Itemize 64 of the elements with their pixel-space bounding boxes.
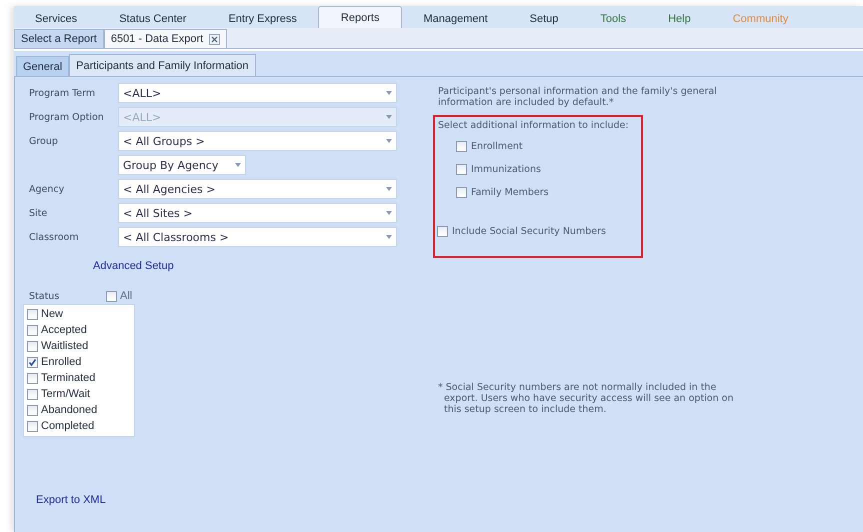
checkbox-label: All bbox=[120, 290, 132, 302]
menu-tab[interactable]: Tools bbox=[579, 8, 648, 28]
checkbox[interactable] bbox=[27, 340, 38, 352]
checkbox[interactable] bbox=[27, 388, 38, 400]
checkbox-label: Completed bbox=[41, 420, 94, 432]
dropdown-caret-icon bbox=[386, 139, 392, 143]
close-icon[interactable] bbox=[209, 34, 220, 44]
checkbox[interactable] bbox=[437, 226, 448, 237]
field-label: Site bbox=[29, 208, 48, 218]
menu-tab[interactable]: Reports bbox=[318, 6, 402, 28]
checkbox-label: Enrollment bbox=[471, 140, 523, 152]
field-label: Program Option bbox=[29, 112, 105, 122]
dropdown-caret-icon bbox=[386, 187, 392, 191]
checkbox-label: Immunizations bbox=[471, 164, 541, 174]
checkbox-label: Family Members bbox=[471, 186, 549, 198]
checkbox-label: Include Social Security Numbers bbox=[452, 226, 606, 237]
dropdown[interactable]: < All Agencies > bbox=[118, 179, 397, 199]
dropdown[interactable]: < All Sites > bbox=[118, 203, 397, 223]
advanced-setup-link[interactable]: Advanced Setup bbox=[93, 260, 174, 272]
info-text: Participant's personal information and the family's general information are included by default.* bbox=[438, 86, 718, 108]
dropdown-caret-icon bbox=[235, 163, 241, 167]
checkbox[interactable] bbox=[456, 186, 467, 198]
menu-tab[interactable]: Services bbox=[14, 8, 98, 28]
checkbox[interactable] bbox=[456, 164, 467, 174]
section-heading: Select additional information to include: bbox=[438, 120, 630, 131]
checkbox[interactable] bbox=[27, 356, 38, 368]
field-label: Classroom bbox=[29, 232, 80, 242]
menu-tab[interactable]: Management bbox=[402, 8, 509, 28]
checkbox-label: Abandoned bbox=[41, 404, 98, 416]
status-label: Status bbox=[29, 290, 60, 302]
menu-tab[interactable]: Status Center bbox=[98, 8, 208, 28]
dropdown[interactable]: < All Groups > bbox=[118, 131, 397, 151]
checkbox-label: Term/Wait bbox=[41, 388, 90, 400]
checkbox[interactable] bbox=[27, 308, 38, 320]
checkbox-label: Terminated bbox=[41, 372, 96, 384]
footnote-text: * Social Security numbers are not normally included in the export. Users who have security access will see an option on this setup screen to include them. bbox=[438, 382, 734, 415]
checkbox-label: Enrolled bbox=[41, 356, 82, 368]
dropdown-caret-icon bbox=[386, 115, 392, 119]
checkbox-label: Accepted bbox=[41, 324, 87, 336]
dropdown[interactable]: Group By Agency bbox=[118, 155, 246, 175]
checkbox[interactable] bbox=[27, 404, 38, 416]
menu-tab[interactable]: Help bbox=[647, 8, 712, 28]
report-tab[interactable]: Select a Report bbox=[14, 29, 104, 48]
sub-tab[interactable]: General bbox=[16, 56, 70, 76]
sub-tab[interactable]: Participants and Family Information bbox=[69, 54, 256, 76]
checkbox[interactable] bbox=[456, 140, 467, 152]
export-link[interactable]: Export to XML bbox=[36, 494, 106, 506]
dropdown[interactable]: <ALL> bbox=[118, 83, 397, 103]
dropdown-caret-icon bbox=[386, 91, 392, 95]
dropdown[interactable]: < All Classrooms > bbox=[118, 227, 397, 247]
checkbox[interactable] bbox=[27, 372, 38, 384]
report-tab[interactable]: 6501 - Data Export bbox=[104, 29, 228, 48]
checkbox[interactable] bbox=[27, 420, 38, 432]
checkbox[interactable] bbox=[27, 324, 38, 336]
field-label: Program Term bbox=[29, 88, 96, 98]
dropdown-caret-icon bbox=[386, 235, 392, 239]
menu-tab[interactable]: Setup bbox=[508, 8, 580, 28]
dropdown-caret-icon bbox=[386, 211, 392, 215]
checkbox[interactable] bbox=[106, 290, 117, 302]
field-label: Group bbox=[29, 136, 59, 146]
menu-tab[interactable]: Entry Express bbox=[207, 8, 318, 28]
checkbox-label: New bbox=[41, 308, 64, 320]
field-label: Agency bbox=[29, 184, 66, 194]
checkbox-label: Waitlisted bbox=[41, 340, 88, 352]
